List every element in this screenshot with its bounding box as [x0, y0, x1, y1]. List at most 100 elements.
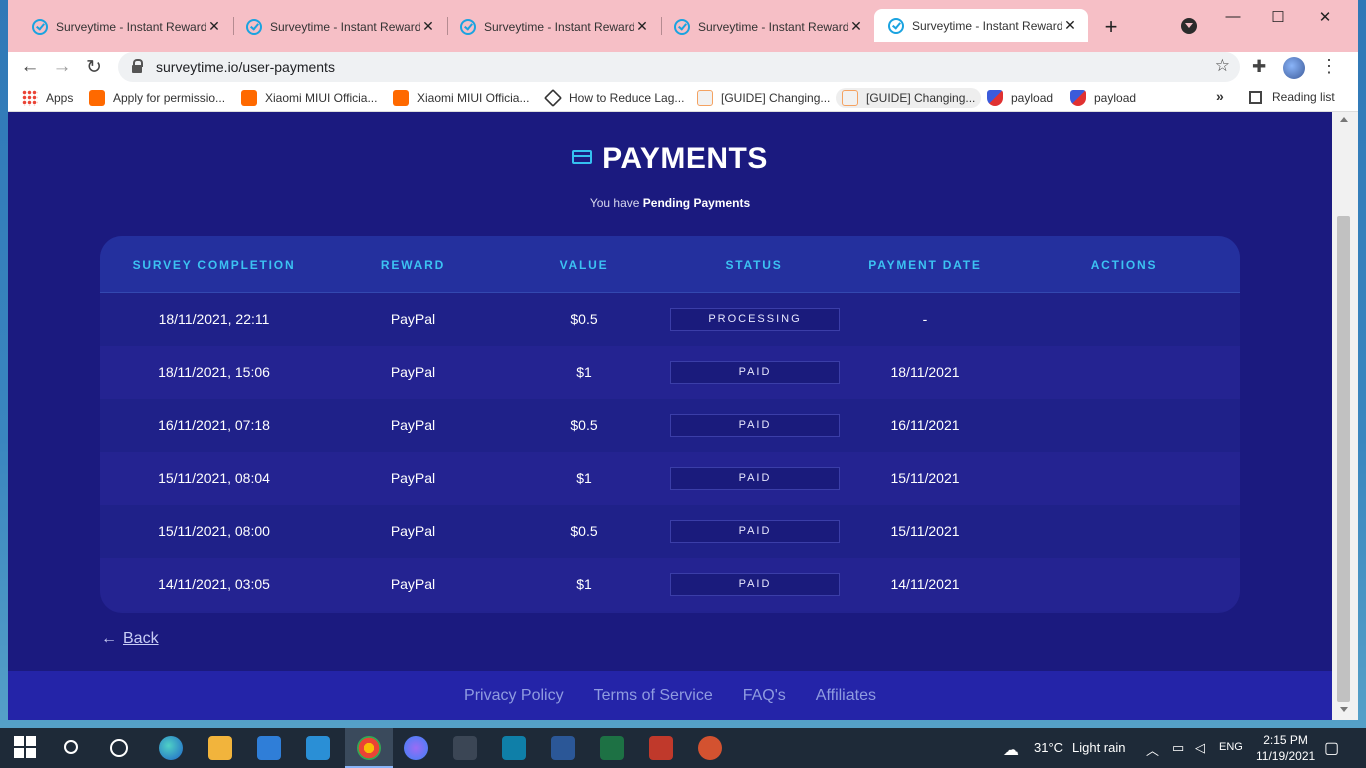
reading-list-label: Reading list [1272, 90, 1335, 104]
affiliates-link[interactable]: Affiliates [816, 687, 876, 705]
bookmark-item[interactable]: Xiaomi MIUI Officia... [241, 90, 377, 106]
bookmark-star-icon[interactable]: ☆ [1215, 56, 1230, 76]
browser-tab[interactable]: Surveytime - Instant Reward ✕ [660, 11, 874, 42]
messenger-icon[interactable] [404, 736, 428, 760]
network-icon[interactable]: ▭ [1172, 740, 1184, 756]
extensions-puzzle-icon[interactable]: ✚ [1252, 57, 1266, 77]
bookmark-label: Apply for permissio... [113, 91, 226, 105]
maximize-icon[interactable]: ☐ [1263, 8, 1293, 26]
reading-list-button[interactable]: Reading list [1249, 90, 1335, 104]
more-bookmarks-chevron-icon[interactable]: » [1216, 88, 1224, 104]
tab-search-icon[interactable] [1181, 18, 1197, 34]
credit-card-icon [572, 150, 593, 165]
payment-date-cell: - [922, 311, 928, 327]
close-icon[interactable]: ✕ [848, 18, 864, 35]
table-row: 15/11/2021, 08:00 PayPal $0.5 PAID 15/11… [100, 505, 1240, 558]
value-cell: $0.5 [570, 417, 598, 433]
surveytime-favicon-icon [32, 18, 48, 35]
bookmark-apps[interactable]: Apps [22, 90, 73, 106]
windows-taskbar: ☁ 31°C Light rain ︿ ▭ ◁ ENG 2:15 PM 11/1… [0, 728, 1366, 768]
windows-start-icon[interactable] [14, 736, 38, 760]
powerpoint-icon[interactable] [698, 736, 722, 760]
column-header: ACTIONS [1090, 258, 1158, 272]
completion-cell: 15/11/2021, 08:00 [158, 523, 270, 539]
browser-tab[interactable]: Surveytime - Instant Reward ✕ [446, 11, 660, 42]
excel-icon[interactable] [600, 736, 624, 760]
mail-icon[interactable] [306, 736, 330, 760]
menu-kebab-icon[interactable]: ⋮ [1320, 56, 1338, 77]
scroll-down-icon[interactable] [1340, 707, 1348, 712]
search-icon[interactable] [64, 740, 78, 754]
close-icon[interactable]: ✕ [420, 18, 436, 35]
reward-cell: PayPal [390, 523, 436, 539]
bookmark-label: [GUIDE] Changing... [721, 91, 831, 105]
bookmark-label: [GUIDE] Changing... [866, 91, 976, 105]
access-icon[interactable] [649, 736, 673, 760]
volume-icon[interactable]: ◁ [1195, 740, 1205, 756]
miui-icon [241, 90, 257, 106]
snipping-tool-icon[interactable] [453, 736, 477, 760]
task-view-icon[interactable] [110, 739, 128, 757]
file-explorer-icon[interactable] [208, 736, 232, 760]
bookmark-item[interactable]: Xiaomi MIUI Officia... [393, 90, 529, 106]
store-icon[interactable] [257, 736, 281, 760]
bookmark-label: payload [1094, 91, 1137, 105]
status-badge: PAID [670, 520, 840, 543]
chrome-icon[interactable] [357, 736, 381, 760]
bookmark-item[interactable]: [GUIDE] Changing... [836, 88, 982, 108]
system-clock[interactable]: 2:15 PM 11/19/2021 [1256, 732, 1315, 764]
subtitle-prefix: You have [589, 196, 640, 210]
new-tab-plus-icon[interactable]: + [1100, 14, 1122, 40]
browser-tab-active[interactable]: Surveytime - Instant Reward ✕ [874, 9, 1088, 42]
back-arrow-icon[interactable]: ← [18, 56, 42, 78]
bookmark-item[interactable]: payload [1070, 90, 1136, 106]
minimize-icon[interactable]: — [1218, 8, 1248, 25]
close-window-icon[interactable]: ✕ [1310, 8, 1340, 26]
publisher-icon[interactable] [502, 736, 526, 760]
value-cell: $1 [576, 470, 592, 486]
close-icon[interactable]: ✕ [634, 18, 650, 35]
faq-link[interactable]: FAQ's [743, 687, 786, 705]
completion-cell: 18/11/2021, 15:06 [158, 364, 270, 380]
tab-title: Surveytime - Instant Reward [270, 19, 420, 34]
show-hidden-icons-chevron-icon[interactable]: ︿ [1146, 740, 1159, 759]
profile-avatar[interactable] [1283, 57, 1305, 79]
table-row: 16/11/2021, 07:18 PayPal $0.5 PAID 16/11… [100, 399, 1240, 452]
close-icon[interactable]: ✕ [206, 18, 222, 35]
bookmark-label: Xiaomi MIUI Officia... [417, 91, 530, 105]
surveytime-favicon-icon [246, 18, 262, 35]
notifications-icon[interactable]: ▢ [1324, 738, 1339, 758]
reward-cell: PayPal [390, 576, 436, 592]
language-indicator[interactable]: ENG [1219, 741, 1243, 753]
bookmark-item[interactable]: [GUIDE] Changing... [697, 90, 830, 106]
xda-icon [842, 90, 858, 106]
reload-icon[interactable]: ↻ [82, 56, 106, 79]
scrollbar-thumb[interactable] [1337, 216, 1350, 702]
clock-time: 2:15 PM [1263, 733, 1308, 747]
browser-tab[interactable]: Surveytime - Instant Reward ✕ [232, 11, 446, 42]
value-cell: $1 [576, 576, 592, 592]
forward-arrow-icon[interactable]: → [50, 56, 74, 78]
weather-temperature[interactable]: 31°C [1034, 740, 1063, 755]
reward-cell: PayPal [390, 417, 436, 433]
back-link[interactable]: ← Back [101, 630, 159, 648]
browser-tab[interactable]: Surveytime - Instant Reward ✕ [18, 11, 232, 42]
lock-icon[interactable] [132, 59, 143, 73]
address-bar[interactable]: surveytime.io/user-payments ☆ [118, 52, 1240, 82]
back-link-label[interactable]: Back [123, 630, 159, 648]
terms-of-service-link[interactable]: Terms of Service [594, 687, 713, 705]
miui-icon [393, 90, 409, 106]
arrow-left-icon: ← [101, 630, 117, 647]
edge-icon[interactable] [159, 736, 183, 760]
bookmark-item[interactable]: How to Reduce Lag... [543, 88, 684, 108]
scroll-up-icon[interactable] [1340, 117, 1348, 122]
page-scrollbar[interactable] [1332, 112, 1358, 720]
close-icon[interactable]: ✕ [1062, 17, 1078, 34]
bookmark-item[interactable]: Apply for permissio... [89, 90, 225, 106]
url-text[interactable]: surveytime.io/user-payments [156, 59, 335, 75]
privacy-policy-link[interactable]: Privacy Policy [464, 687, 564, 705]
weather-text[interactable]: Light rain [1072, 740, 1125, 755]
word-icon[interactable] [551, 736, 575, 760]
bookmark-item[interactable]: payload [987, 90, 1053, 106]
table-row: 18/11/2021, 22:11 PayPal $0.5 PROCESSING… [100, 293, 1240, 346]
